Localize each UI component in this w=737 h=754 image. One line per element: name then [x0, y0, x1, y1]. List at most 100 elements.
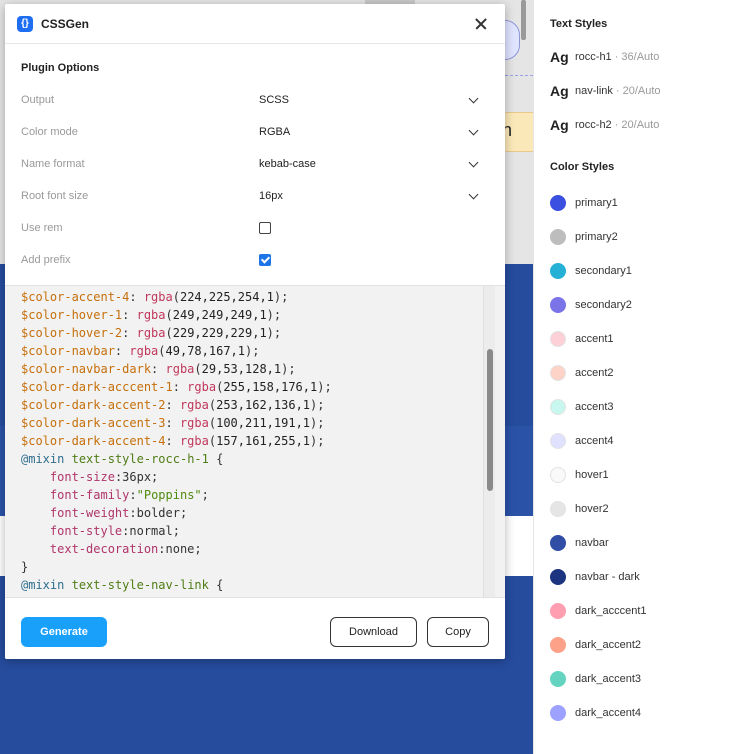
color-swatch — [550, 603, 566, 619]
code-token: rgba — [187, 380, 217, 394]
color-style-item[interactable]: accent4 — [534, 424, 737, 458]
color-styles-list: primary1 primary2 secondary1 secondary2 acce… — [534, 186, 737, 730]
code-line: @mixin text-style-nav-link { — [21, 576, 332, 594]
code-token: : — [114, 344, 130, 358]
chevron-down-icon — [468, 93, 479, 103]
text-style-item[interactable]: Ag nav-link · 20/Auto — [534, 74, 737, 108]
close-icon[interactable] — [469, 12, 493, 36]
color-style-name: navbar - dark — [575, 571, 640, 583]
select-value: RGBA — [259, 126, 291, 138]
color-style-item[interactable]: accent2 — [534, 356, 737, 390]
code-token: 253,162,136,1 — [216, 398, 311, 412]
code-line: $color-dark-accent-4: rgba(157,161,255,1… — [21, 432, 332, 450]
color-style-item[interactable]: primary1 — [534, 186, 737, 220]
code-token: ); — [245, 344, 260, 358]
text-style-meta: · 36/Auto — [614, 51, 660, 63]
code-token: ); — [310, 434, 325, 448]
code-line: } — [21, 558, 332, 576]
option-color-mode[interactable]: Color mode RGBA — [5, 116, 505, 148]
code-scrollbar[interactable] — [483, 286, 495, 597]
color-swatch — [550, 501, 566, 517]
color-style-item[interactable]: primary2 — [534, 220, 737, 254]
code-line: @mixin text-style-rocc-h-1 { — [21, 450, 332, 468]
text-styles-list: Ag rocc-h1 · 36/Auto Ag nav-link · 20/Auto Ag r… — [534, 40, 737, 142]
code-token: ); — [281, 362, 296, 376]
code-token: ( — [172, 290, 180, 304]
color-style-item[interactable]: secondary1 — [534, 254, 737, 288]
color-mode-select[interactable]: RGBA — [259, 125, 489, 138]
generate-button[interactable]: Generate — [21, 617, 107, 647]
code-token: ; — [201, 488, 209, 502]
color-style-name: dark_acccent1 — [575, 605, 647, 617]
color-style-name: hover2 — [575, 503, 609, 515]
color-swatch — [550, 671, 566, 687]
code-token: : — [165, 416, 180, 430]
code-token: rgba — [179, 398, 209, 412]
code-token: : — [165, 434, 180, 448]
copy-button[interactable]: Copy — [427, 617, 489, 647]
color-swatch — [550, 433, 566, 449]
color-style-item[interactable]: dark_accent4 — [534, 696, 737, 730]
text-style-icon: Ag — [550, 83, 569, 99]
color-style-name: primary1 — [575, 197, 618, 209]
download-button[interactable]: Download — [330, 617, 417, 647]
code-token: } — [21, 560, 29, 574]
code-line: text-decoration:none; — [21, 540, 332, 558]
code-token: rgba — [179, 434, 209, 448]
color-style-item[interactable]: dark_acccent1 — [534, 594, 737, 628]
color-style-name: dark_accent3 — [575, 673, 642, 685]
code-token: $color-accent-4 — [21, 290, 130, 304]
code-token: 224,225,254,1 — [179, 290, 274, 304]
output-select[interactable]: SCSS — [259, 93, 489, 106]
scrollbar-thumb[interactable] — [487, 349, 493, 491]
color-style-item[interactable]: secondary2 — [534, 288, 737, 322]
code-token: { — [208, 452, 224, 466]
color-style-name: accent4 — [575, 435, 614, 447]
text-style-item[interactable]: Ag rocc-h2 · 20/Auto — [534, 108, 737, 142]
code-token: font-style — [49, 524, 123, 538]
code-token: font-weight — [49, 506, 130, 520]
color-style-name: dark_accent2 — [575, 639, 642, 651]
color-style-item[interactable]: navbar — [534, 526, 737, 560]
text-style-name: rocc-h1 — [575, 51, 612, 63]
text-style-name: nav-link — [575, 85, 613, 97]
option-root-font-size[interactable]: Root font size 16px — [5, 180, 505, 212]
color-swatch — [550, 195, 566, 211]
root-font-size-select[interactable]: 16px — [259, 189, 489, 202]
code-token: ); — [273, 290, 289, 304]
option-output[interactable]: Output SCSS — [5, 84, 505, 116]
color-style-name: secondary2 — [575, 299, 632, 311]
code-output[interactable]: $color-accent-4: rgba(224,225,254,1); $co… — [5, 285, 505, 597]
use-rem-checkbox[interactable] — [259, 222, 271, 234]
chevron-down-icon — [468, 125, 479, 135]
color-style-item[interactable]: accent3 — [534, 390, 737, 424]
canvas-dashed-guide — [505, 75, 533, 76]
color-style-item[interactable]: hover2 — [534, 492, 737, 526]
code-token: : — [129, 488, 137, 502]
name-format-select[interactable]: kebab-case — [259, 157, 489, 170]
plugin-window: {} CSSGen Plugin Options Output SCSS Col… — [5, 4, 505, 659]
code-token: 249,249,249,1 — [172, 308, 267, 322]
color-style-name: dark_accent4 — [575, 707, 642, 719]
color-style-item[interactable]: accent1 — [534, 322, 737, 356]
code-token: @mixin — [21, 578, 65, 592]
color-style-item[interactable]: navbar - dark — [534, 560, 737, 594]
code-token: ( — [158, 344, 166, 358]
code-line: font-style:normal; — [21, 522, 332, 540]
color-style-item[interactable]: dark_accent3 — [534, 662, 737, 696]
color-style-item[interactable]: hover1 — [534, 458, 737, 492]
color-swatch — [550, 331, 566, 347]
select-value: kebab-case — [259, 158, 316, 170]
code-line: font-family:"Poppins"; — [21, 486, 332, 504]
code-token: rgba — [136, 326, 166, 340]
color-style-item[interactable]: dark_accent2 — [534, 628, 737, 662]
text-style-item[interactable]: Ag rocc-h1 · 36/Auto — [534, 40, 737, 74]
option-add-prefix: Add prefix — [5, 244, 505, 276]
add-prefix-checkbox[interactable] — [259, 254, 271, 266]
option-name-format[interactable]: Name format kebab-case — [5, 148, 505, 180]
code-token: { — [208, 578, 224, 592]
text-style-icon: Ag — [550, 117, 569, 133]
